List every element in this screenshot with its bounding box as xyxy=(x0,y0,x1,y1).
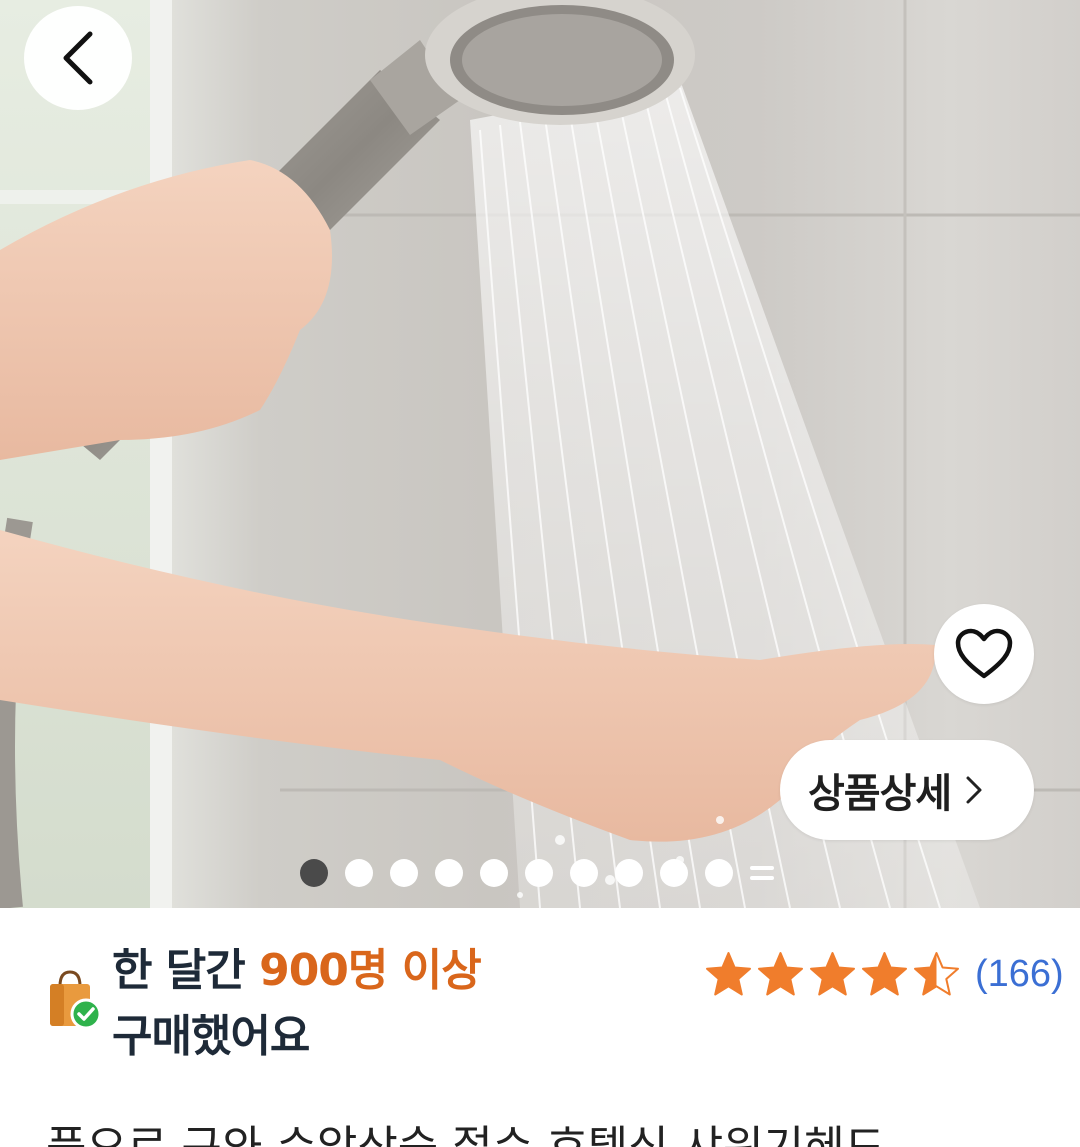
carousel-dot[interactable] xyxy=(435,859,463,887)
star-full-icon xyxy=(810,951,855,995)
star-full-icon xyxy=(758,951,803,995)
carousel-dot[interactable] xyxy=(570,859,598,887)
back-button[interactable] xyxy=(24,6,132,110)
shopping-bag-check-icon xyxy=(50,970,102,1030)
star-full-icon xyxy=(862,951,907,995)
product-detail-button[interactable]: 상품상세 xyxy=(780,740,1034,840)
carousel-dot[interactable] xyxy=(705,859,733,887)
product-info: 한 달간 900명 이상 구매했어요 (166) 풍요로 구와 수압상승 절수 … xyxy=(0,908,1080,1147)
carousel-dot[interactable] xyxy=(525,859,553,887)
star-full-icon xyxy=(706,951,751,995)
product-image-carousel[interactable]: 상품상세 xyxy=(0,0,1080,908)
carousel-more-icon xyxy=(750,859,774,887)
heart-outline-icon xyxy=(955,628,1013,679)
chevron-right-icon xyxy=(966,776,982,804)
review-count-link[interactable]: (166) xyxy=(975,953,1064,996)
carousel-dot-active[interactable] xyxy=(300,859,328,887)
carousel-indicator xyxy=(300,858,774,888)
carousel-dot[interactable] xyxy=(345,859,373,887)
star-rating xyxy=(704,951,961,998)
carousel-dot[interactable] xyxy=(390,859,418,887)
purchase-highlight: 900명 이상 xyxy=(259,945,482,996)
wishlist-button[interactable] xyxy=(934,604,1034,704)
carousel-dot[interactable] xyxy=(615,859,643,887)
carousel-dot[interactable] xyxy=(480,859,508,887)
rating-summary[interactable]: (166) xyxy=(704,948,1064,1000)
carousel-dot[interactable] xyxy=(660,859,688,887)
purchase-suffix: 구매했어요 xyxy=(112,1011,310,1062)
purchase-line-1: 한 달간 900명 이상 xyxy=(112,938,482,1004)
purchase-count-badge: 한 달간 900명 이상 구매했어요 xyxy=(112,938,482,1070)
purchase-prefix: 한 달간 xyxy=(112,945,260,996)
product-title: 풍요로 구와 수압상승 절수 호텔식 샤워기헤드 xyxy=(46,1118,1056,1147)
product-detail-label: 상품상세 xyxy=(808,771,952,817)
chevron-left-icon xyxy=(63,31,93,85)
star-half-icon xyxy=(914,951,959,995)
